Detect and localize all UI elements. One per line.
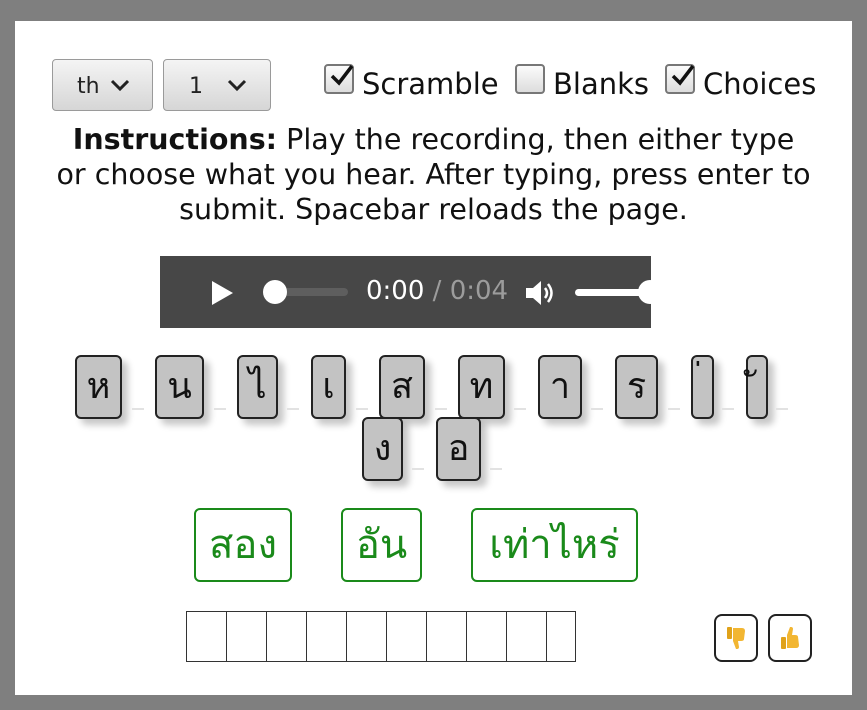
choices-checkbox[interactable] <box>665 64 695 94</box>
letter-tile[interactable]: ั <box>746 355 768 419</box>
scramble-label: Scramble <box>362 67 499 101</box>
letter-tile[interactable]: ส <box>379 355 425 419</box>
choices-label: Choices <box>703 67 817 101</box>
blanks-checkbox[interactable] <box>515 64 545 94</box>
play-icon[interactable] <box>209 280 235 306</box>
tile-gap <box>490 468 502 470</box>
time-separator: / <box>432 276 442 306</box>
answer-cell[interactable] <box>386 611 427 662</box>
answer-cell[interactable] <box>546 611 576 662</box>
letter-tile[interactable]: น <box>155 355 204 419</box>
choice-button[interactable]: สอง <box>194 508 292 582</box>
letter-tile[interactable]: ห <box>75 355 122 419</box>
letter-tile[interactable]: า <box>538 355 582 419</box>
tile-gap <box>591 408 603 410</box>
answer-cell[interactable] <box>346 611 387 662</box>
choice-button[interactable]: อัน <box>341 508 422 582</box>
answer-cell[interactable] <box>226 611 267 662</box>
check-icon <box>671 64 695 86</box>
tile-gap <box>722 408 734 410</box>
answer-cell[interactable] <box>306 611 347 662</box>
letter-tile[interactable]: ง <box>362 417 403 481</box>
tile-gap <box>214 408 226 410</box>
language-select[interactable]: th <box>52 59 153 111</box>
chevron-down-icon <box>110 79 130 92</box>
audio-player: 0:00 / 0:04 <box>160 256 662 328</box>
thumbs-down-icon <box>727 627 745 649</box>
instructions: Instructions: Play the recording, then e… <box>55 122 812 227</box>
tile-gap <box>776 408 788 410</box>
current-time: 0:00 <box>366 276 425 306</box>
thumbs-down-button[interactable] <box>714 614 758 662</box>
thumbs-up-icon <box>781 627 799 649</box>
chevron-down-icon <box>227 79 247 92</box>
letter-tile[interactable]: ร <box>615 355 658 419</box>
seek-handle[interactable] <box>263 280 287 304</box>
tile-gap <box>356 408 368 410</box>
language-select-value: th <box>77 74 100 99</box>
check-icon <box>330 64 354 86</box>
letter-tile[interactable]: อ <box>436 417 481 481</box>
tile-gap <box>668 408 680 410</box>
volume-handle[interactable] <box>638 280 662 304</box>
tile-gap <box>435 408 447 410</box>
answer-cell[interactable] <box>426 611 467 662</box>
scramble-checkbox[interactable] <box>324 64 354 94</box>
blanks-label: Blanks <box>553 67 650 101</box>
answer-cell[interactable] <box>466 611 507 662</box>
letter-tile[interactable]: ่ <box>691 355 714 419</box>
letter-tile[interactable]: เ <box>311 355 346 419</box>
answer-cell[interactable] <box>506 611 547 662</box>
thumbs-up-button[interactable] <box>768 614 812 662</box>
level-select-value: 1 <box>189 74 203 99</box>
tile-gap <box>514 408 526 410</box>
exercise-panel: th 1 Scramble Blanks Choices Instruction… <box>15 21 852 695</box>
duration: 0:04 <box>449 276 509 306</box>
answer-cell[interactable] <box>186 611 227 662</box>
volume-icon[interactable] <box>524 278 558 308</box>
instructions-heading: Instructions: <box>72 123 278 156</box>
level-select[interactable]: 1 <box>163 59 271 111</box>
answer-cell[interactable] <box>266 611 307 662</box>
letter-tile[interactable]: ท <box>458 355 505 419</box>
tile-gap <box>287 408 299 410</box>
tile-gap <box>132 408 144 410</box>
tile-gap <box>412 468 424 470</box>
time-display: 0:00 / 0:04 <box>366 276 508 306</box>
letter-tile[interactable]: ไ <box>237 355 278 419</box>
choice-button[interactable]: เท่าไหร่ <box>471 508 638 582</box>
